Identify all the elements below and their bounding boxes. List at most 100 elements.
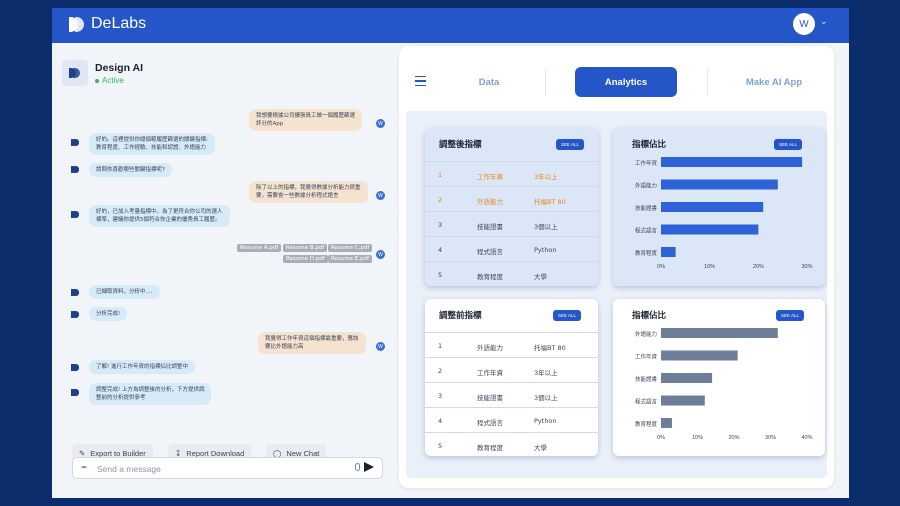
bar[interactable] (661, 202, 764, 212)
table-cell-metric: 外語能力 (477, 344, 503, 352)
user-avatar-small: W (376, 250, 385, 259)
table-cell-rank: 1 (438, 171, 443, 179)
analytics-panel: Data Analytics Make AI App 調整後指標 SEE ALL… (399, 46, 834, 488)
file-attachment[interactable]: Resume B.pdf (283, 244, 328, 252)
x-tick-label: 0% (657, 264, 665, 270)
category-label: 教育程度 (635, 420, 658, 428)
weight-chart-before: 指標佔比 SEE ALL 外語能力 工作年資 技能證書 程式語言 教育程度 0% 10% 20… (613, 299, 825, 456)
x-tick-label: 30% (801, 264, 812, 270)
x-tick-label: 20% (728, 435, 739, 441)
see-all-button[interactable]: SEE ALL (556, 139, 585, 150)
bar[interactable] (661, 157, 803, 167)
bar[interactable] (661, 395, 705, 406)
table-row[interactable]: 3 技能證書 3個以上 (425, 382, 598, 407)
table-cell-value: Python (534, 417, 557, 425)
table-cell-value: 托福BT 80 (534, 344, 566, 352)
table-cell-value: 3個以上 (534, 223, 558, 231)
message-placeholder: Send a message (97, 464, 161, 474)
table-cell-rank: 4 (438, 417, 443, 425)
table-row[interactable]: 2 外語能力 托福BT 80 (425, 186, 598, 211)
category-label: 教育程度 (635, 249, 658, 257)
assistant-message: 好的。這裡提供你總個範履歷篩選的關鍵指標: 教育程度、工作經驗、技能和認證、外語… (89, 133, 215, 155)
assistant-icon (71, 289, 80, 296)
bar[interactable] (661, 179, 778, 190)
table-cell-value: 托福BT 80 (534, 198, 566, 206)
menu-icon[interactable] (415, 76, 426, 89)
table-cell-metric: 程式語言 (477, 248, 503, 256)
user-message: 除了以上的指標，我覺得數據分析能力很重 要，需要會一些數據分析程式語言 (249, 181, 368, 203)
file-attachment[interactable]: Resume A.pdf (237, 244, 282, 252)
delabs-logo-icon (69, 16, 85, 32)
assistant-icon (71, 139, 80, 146)
user-message: 我想要根據公司擴張員工做一個履歷篩選 評分的App (249, 109, 363, 131)
send-icon[interactable] (364, 462, 374, 472)
table-cell-metric: 教育程度 (477, 273, 503, 281)
see-all-button[interactable]: SEE ALL (553, 310, 582, 321)
table-row[interactable]: 1 工作年資 3年以上 (425, 161, 598, 186)
table-row[interactable]: 4 程式語言 Python (425, 236, 598, 261)
bar[interactable] (661, 418, 672, 428)
table-row[interactable]: 1 外語能力 托福BT 80 (425, 332, 598, 357)
before-adjustment-table: 調整前指標 SEE ALL 1 外語能力 托福BT 80 2 工作年資 3年以上 3 技能證書… (425, 299, 598, 456)
table-cell-metric: 工作年資 (477, 369, 503, 377)
table-row[interactable]: 2 工作年資 3年以上 (425, 357, 598, 382)
table-cell-metric: 技能證書 (477, 394, 503, 402)
table-row[interactable]: 4 程式語言 Python (425, 407, 598, 432)
bar[interactable] (661, 328, 778, 338)
card-title: 調整前指標 (439, 311, 482, 321)
x-tick-label: 30% (765, 435, 776, 441)
delabs-logo-icon (69, 68, 81, 78)
chat-status: Active (95, 76, 124, 85)
chat-title: Design AI (95, 62, 144, 74)
file-attachment[interactable]: Resume D.pdf (283, 255, 328, 263)
table-row[interactable]: 5 教育程度 大學 (425, 432, 598, 456)
category-label: 技能證書 (635, 204, 658, 212)
table-cell-rank: 2 (438, 367, 443, 375)
top-bar: DeLabs W ⌄ (52, 8, 849, 43)
app-window: DeLabs W ⌄ Design AI Active 我想要根據公司擴張員工做… (52, 8, 849, 498)
table-cell-metric: 工作年資 (477, 173, 503, 181)
category-label: 工作年資 (635, 353, 658, 361)
tab-divider (545, 68, 546, 96)
category-label: 技能證書 (635, 375, 658, 383)
card-title: 調整後指標 (439, 140, 482, 150)
message-input[interactable]: ✒ Send a message (72, 457, 383, 479)
bar[interactable] (661, 350, 738, 361)
table-cell-value: 大學 (534, 444, 547, 452)
table-cell-value: 3年以上 (534, 369, 558, 377)
table-cell-metric: 程式語言 (477, 419, 503, 427)
x-tick-label: 10% (704, 264, 715, 270)
table-cell-rank: 1 (438, 342, 443, 350)
category-label: 程式語言 (635, 227, 658, 235)
assistant-message: 調整完成! 上方為調整後的分析，下方提供調 整前的分析提供參考 (89, 383, 212, 405)
assistant-message: 好的，已加入考量指標中。為了更符合你公司的選人 標準，建議你提供5個符合你企業的… (89, 205, 230, 227)
table-cell-metric: 教育程度 (477, 444, 503, 452)
app-logo[interactable]: DeLabs (69, 15, 146, 33)
x-tick-label: 10% (692, 435, 703, 441)
user-message: 我覺得工作年資這個指標最重要，應該 要比外語能力高 (258, 332, 366, 354)
bar[interactable] (661, 247, 676, 257)
table-cell-rank: 3 (438, 392, 443, 400)
table-cell-metric: 外語能力 (477, 198, 503, 206)
user-avatar[interactable]: W (793, 13, 815, 35)
paperclip-icon[interactable]: ✒ (81, 463, 88, 472)
chevron-down-icon[interactable]: ⌄ (820, 17, 828, 27)
x-tick-label: 0% (657, 435, 665, 441)
microphone-icon[interactable] (355, 463, 360, 471)
table-cell-metric: 技能證書 (477, 223, 503, 231)
tab-data[interactable]: Data (449, 67, 529, 97)
bar[interactable] (661, 373, 713, 383)
assistant-message: 已擷取資料，分析中.... (89, 285, 160, 299)
user-avatar-small: W (376, 191, 385, 200)
bar[interactable] (661, 224, 759, 235)
file-attachment[interactable]: Resume C.pdf (328, 244, 373, 252)
tab-analytics[interactable]: Analytics (575, 67, 677, 97)
file-attachment[interactable]: Resume E.pdf (328, 255, 372, 263)
x-tick-label: 40% (801, 435, 812, 441)
table-row[interactable]: 5 教育程度 大學 (425, 261, 598, 286)
table-cell-value: 大學 (534, 273, 547, 281)
tab-divider (707, 68, 708, 96)
tab-make-ai-app[interactable]: Make AI App (729, 67, 819, 97)
assistant-message: 了解! 進行工作年資的指標佔比調整中 (89, 360, 195, 374)
table-row[interactable]: 3 技能證書 3個以上 (425, 211, 598, 236)
